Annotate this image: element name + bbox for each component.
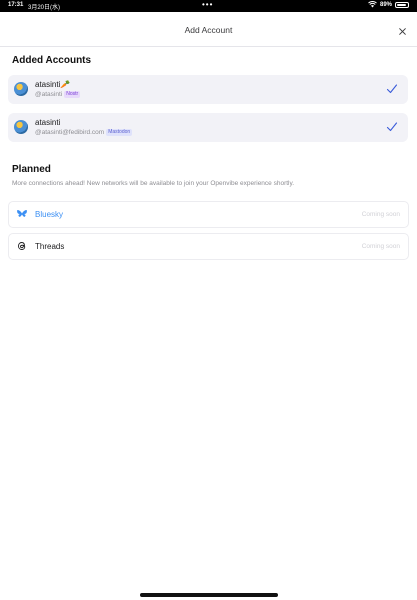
sheet-header: Add Account <box>0 16 417 47</box>
threads-icon <box>18 242 26 250</box>
account-handle-row: @atasinti Nostr <box>35 91 81 98</box>
added-accounts-title: Added Accounts <box>12 55 92 66</box>
account-handle: @atasinti <box>35 91 63 98</box>
account-handle: @atasinti@fedibird.com <box>35 129 105 136</box>
status-right: 89% <box>368 1 409 8</box>
planned-network-threads[interactable]: Threads Coming soon <box>8 233 409 260</box>
status-time: 17:31 <box>8 2 24 8</box>
planned-network-bluesky[interactable]: Bluesky Coming soon <box>8 201 409 228</box>
battery-icon <box>395 1 409 8</box>
network-badge: Mastodon <box>106 129 133 136</box>
planned-description: More connections ahead! New networks wil… <box>12 180 295 187</box>
account-name: atasinti <box>35 118 61 127</box>
butterfly-icon <box>17 210 27 217</box>
coming-soon-label: Coming soon <box>361 243 400 250</box>
planned-network-label: Threads <box>35 242 65 251</box>
avatar <box>14 120 28 134</box>
battery-fill <box>397 3 406 6</box>
avatar <box>14 82 28 96</box>
checkmark-icon <box>386 122 398 132</box>
close-icon <box>398 27 406 35</box>
close-button[interactable] <box>395 24 409 38</box>
account-handle-row: @atasinti@fedibird.com Mastodon <box>35 129 133 136</box>
home-indicator[interactable] <box>140 593 278 597</box>
account-row-mastodon[interactable]: atasinti @atasinti@fedibird.com Mastodon <box>8 113 408 142</box>
checkmark-icon <box>386 84 398 94</box>
sheet-title: Add Account <box>184 25 233 35</box>
planned-title: Planned <box>12 164 51 175</box>
multitasking-dots-icon[interactable]: ••• <box>202 0 213 9</box>
network-badge: Nostr <box>64 91 81 98</box>
account-row-nostr[interactable]: atasinti🥕 @atasinti Nostr <box>8 75 408 104</box>
battery-percent: 89% <box>379 1 392 8</box>
account-name: atasinti🥕 <box>35 80 71 89</box>
wifi-icon <box>368 1 377 8</box>
coming-soon-label: Coming soon <box>361 211 400 218</box>
status-bar: 17:31 3月20日(水) ••• 89% <box>0 0 417 12</box>
planned-network-label: Bluesky <box>35 210 64 219</box>
add-account-sheet: Add Account Added Accounts atasinti🥕 @at… <box>0 16 417 600</box>
status-date: 3月20日(水) <box>28 5 61 11</box>
